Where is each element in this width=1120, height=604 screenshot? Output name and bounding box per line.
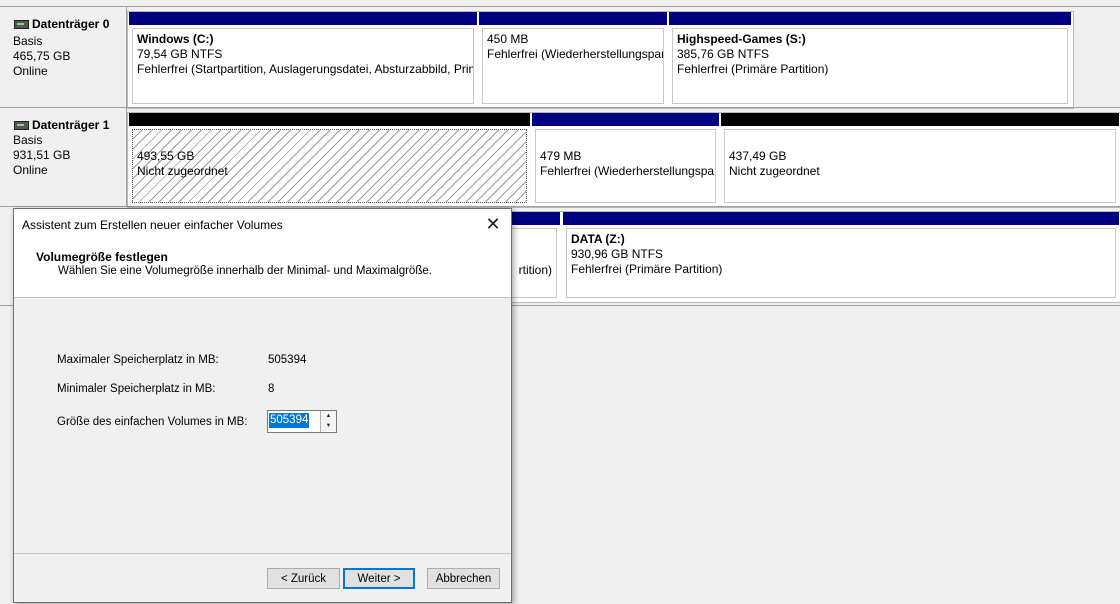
- disk-drive-icon: [14, 19, 29, 29]
- close-icon[interactable]: ✕: [483, 214, 503, 234]
- new-simple-volume-wizard: Assistent zum Erstellen neuer einfacher …: [13, 208, 512, 603]
- disk-row-0[interactable]: Datenträger 0 Basis 465,75 GB Online Win…: [0, 6, 1120, 109]
- disk-status: Online: [13, 163, 48, 177]
- disk-size: 931,51 GB: [13, 148, 71, 162]
- disk-type: Basis: [13, 34, 43, 48]
- dialog-titlebar[interactable]: Assistent zum Erstellen neuer einfacher …: [14, 209, 511, 239]
- partition-size: 385,76 GB NTFS: [677, 47, 770, 61]
- partition-highspeed-games[interactable]: Highspeed-Games (S:) 385,76 GB NTFS Fehl…: [669, 12, 1071, 108]
- min-size-label: Minimaler Speicherplatz in MB:: [57, 383, 216, 395]
- disk-drive-icon: [14, 120, 29, 130]
- partition-size: 930,96 GB NTFS: [571, 247, 664, 261]
- disk-name: Datenträger 1: [32, 118, 110, 132]
- partition-bar: [563, 212, 1119, 225]
- partition-status: Fehlerfrei (Primäre Partition): [571, 262, 723, 276]
- partition-box[interactable]: 437,49 GB Nicht zugeordnet: [724, 129, 1116, 203]
- partition-status: Nicht zugeordnet: [137, 164, 228, 178]
- partition-windows[interactable]: Windows (C:) 79,54 GB NTFS Fehlerfrei (S…: [129, 12, 477, 108]
- dialog-header: Volumegröße festlegen Wählen Sie eine Vo…: [14, 239, 511, 298]
- partition-status: Nicht zugeordnet: [729, 164, 820, 178]
- dialog-title: Assistent zum Erstellen neuer einfacher …: [22, 218, 283, 232]
- partition-box[interactable]: DATA (Z:) 930,96 GB NTFS Fehlerfrei (Pri…: [566, 228, 1116, 298]
- partition-recovery[interactable]: 450 MB Fehlerfrei (Wiederherstellungspar: [479, 12, 667, 108]
- cancel-button[interactable]: Abbrechen: [427, 568, 500, 589]
- partition-bar: [479, 12, 667, 25]
- partition-status: Fehlerfrei (Primäre Partition): [677, 62, 829, 76]
- partition-box[interactable]: Highspeed-Games (S:) 385,76 GB NTFS Fehl…: [672, 28, 1068, 104]
- partition-bar: [532, 113, 719, 126]
- partition-area: 493,55 GB Nicht zugeordnet 479 MB Fehler…: [127, 112, 1120, 208]
- partition-status: Fehlerfrei (Startpartition, Auslagerungs…: [137, 62, 474, 76]
- partition-name: DATA (Z:): [571, 232, 625, 246]
- volume-size-stepper[interactable]: 505394 ▲ ▼: [267, 410, 337, 433]
- disk-status: Online: [13, 64, 48, 78]
- disk-row-1[interactable]: Datenträger 1 Basis 931,51 GB Online 493…: [0, 107, 1120, 208]
- disk-title: Datenträger 0: [14, 17, 109, 31]
- dialog-heading: Volumegröße festlegen: [36, 250, 168, 264]
- partition-unallocated-1[interactable]: 493,55 GB Nicht zugeordnet: [129, 113, 530, 207]
- partition-name: Windows (C:): [137, 32, 214, 46]
- partition-size: 493,55 GB: [137, 149, 195, 163]
- dialog-subheading: Wählen Sie eine Volumegröße innerhalb de…: [58, 265, 432, 277]
- disk-info-1[interactable]: Datenträger 1 Basis 931,51 GB Online: [0, 108, 127, 206]
- disk-name: Datenträger 0: [32, 17, 110, 31]
- min-size-value: 8: [268, 383, 275, 395]
- partition-box[interactable]: 450 MB Fehlerfrei (Wiederherstellungspar: [482, 28, 664, 104]
- chevron-down-icon[interactable]: ▼: [321, 421, 336, 431]
- disk-info-0[interactable]: Datenträger 0 Basis 465,75 GB Online: [0, 7, 127, 107]
- max-size-label: Maximaler Speicherplatz in MB:: [57, 354, 219, 366]
- partition-status: Fehlerfrei (Wiederherstellungspar: [487, 47, 664, 61]
- volume-size-input[interactable]: 505394: [269, 413, 310, 428]
- partition-data[interactable]: DATA (Z:) 930,96 GB NTFS Fehlerfrei (Pri…: [563, 212, 1119, 302]
- back-button[interactable]: < Zurück: [267, 568, 340, 589]
- partition-unallocated-2[interactable]: 437,49 GB Nicht zugeordnet: [721, 113, 1119, 207]
- partition-size: 79,54 GB NTFS: [137, 47, 223, 61]
- max-size-value: 505394: [268, 354, 307, 366]
- partition-name: Highspeed-Games (S:): [677, 32, 806, 46]
- disk-size: 465,75 GB: [13, 49, 71, 63]
- partition-size: 479 MB: [540, 149, 582, 163]
- partition-bar: [721, 113, 1119, 126]
- next-button[interactable]: Weiter >: [343, 568, 415, 589]
- partition-area: Windows (C:) 79,54 GB NTFS Fehlerfrei (S…: [127, 11, 1074, 109]
- disk-title: Datenträger 1: [14, 118, 109, 132]
- partition-bar: [669, 12, 1071, 25]
- partition-size: 450 MB: [487, 32, 529, 46]
- partition-box[interactable]: Windows (C:) 79,54 GB NTFS Fehlerfrei (S…: [132, 28, 474, 104]
- footer-divider: [14, 553, 511, 554]
- partition-recovery-2[interactable]: 479 MB Fehlerfrei (Wiederherstellungspar: [532, 113, 719, 207]
- partition-box[interactable]: 493,55 GB Nicht zugeordnet: [132, 129, 527, 203]
- partition-bar: [129, 113, 530, 126]
- partition-bar: [129, 12, 477, 25]
- partition-size: 437,49 GB: [729, 149, 787, 163]
- partition-box[interactable]: 479 MB Fehlerfrei (Wiederherstellungspar: [535, 129, 716, 203]
- partition-status: Fehlerfrei (Wiederherstellungspar: [540, 164, 716, 178]
- stepper-buttons: ▲ ▼: [320, 411, 336, 432]
- volume-size-label: Größe des einfachen Volumes in MB:: [57, 416, 248, 428]
- disk-type: Basis: [13, 133, 43, 147]
